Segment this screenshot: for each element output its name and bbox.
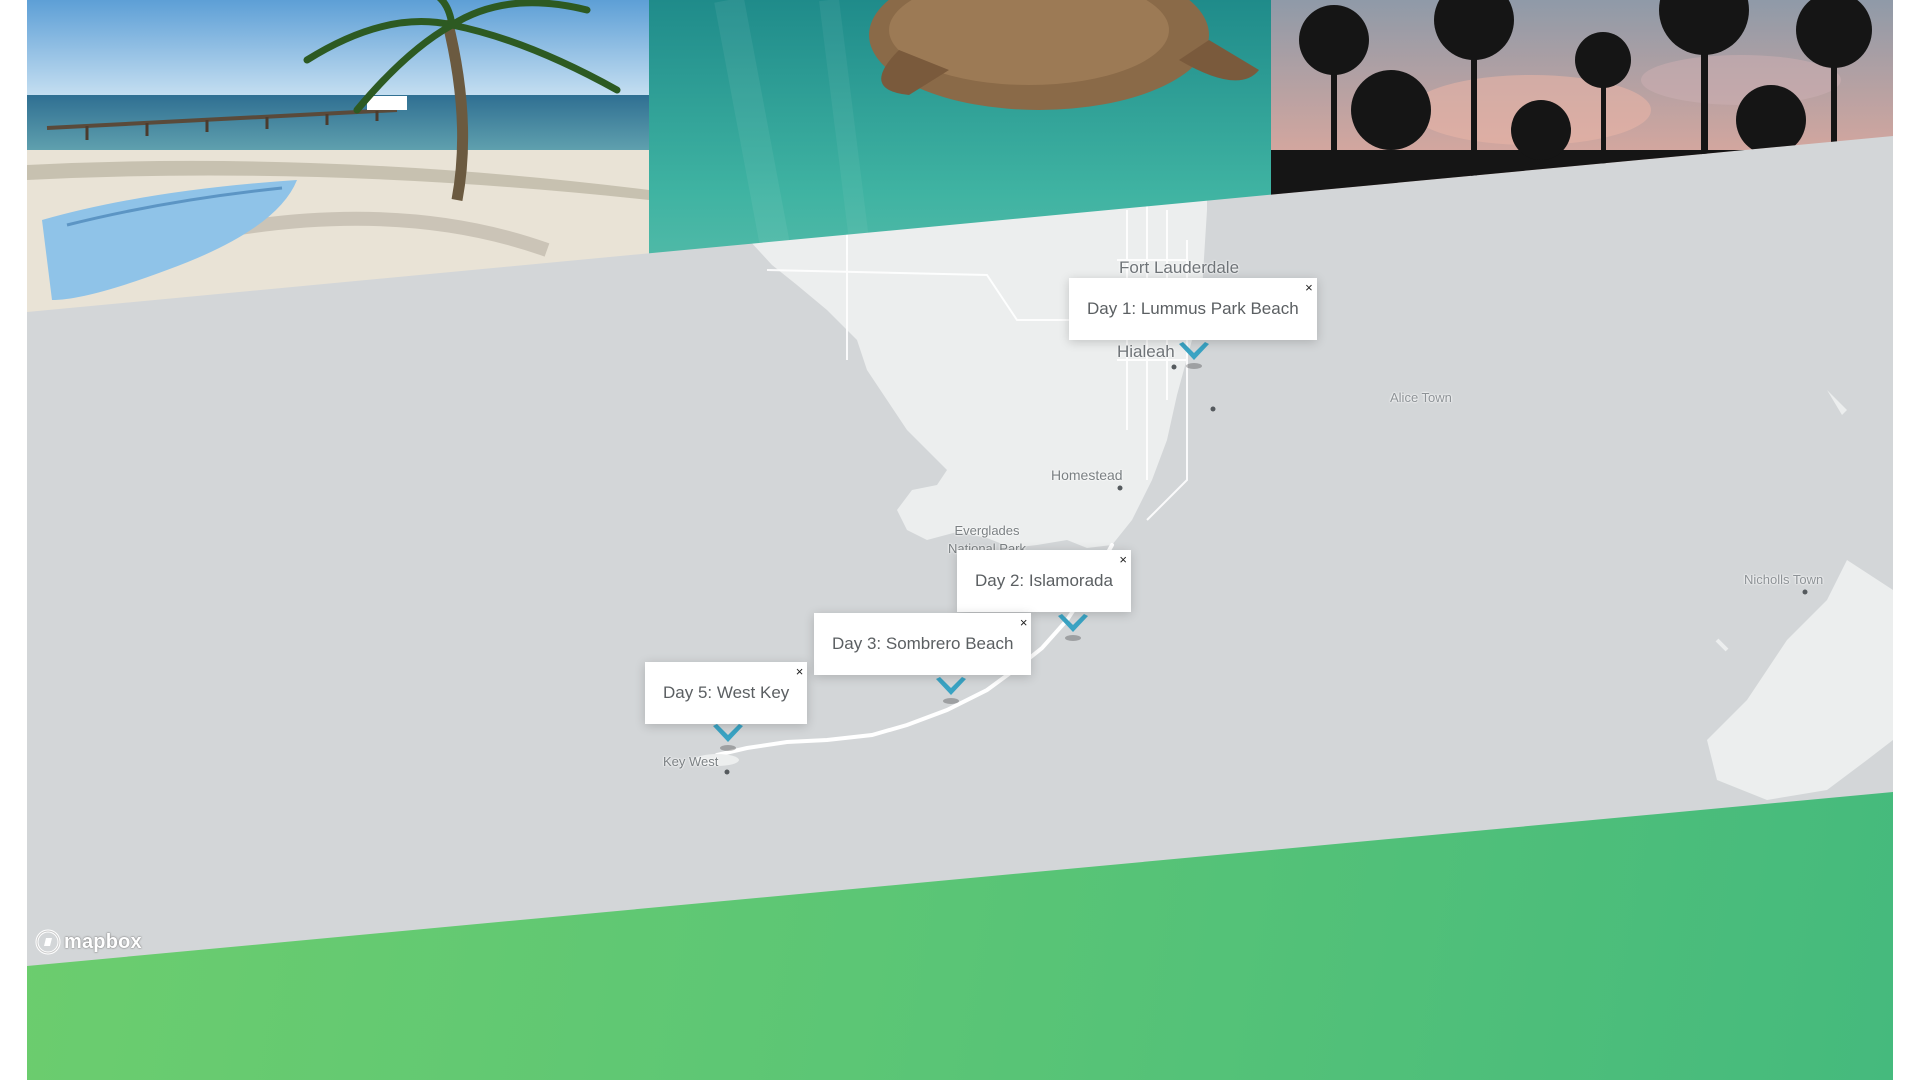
close-icon[interactable]: ×	[1119, 529, 1127, 591]
popup-day-5: Day 5: West Key ×	[645, 662, 808, 724]
map-label-fort-lauderdale: Fort Lauderdale	[1119, 258, 1240, 277]
close-icon[interactable]: ×	[1020, 592, 1028, 654]
page-frame: Fort Lauderdale Hialeah Homestead Evergl…	[27, 0, 1893, 1080]
popup-day-3: Day 3: Sombrero Beach ×	[814, 613, 1032, 675]
mapbox-logo-icon	[35, 929, 61, 955]
map-label-hialeah: Hialeah	[1117, 342, 1175, 361]
popup-day-2: Day 2: Islamorada ×	[957, 550, 1131, 612]
marker-day-3[interactable]	[934, 675, 968, 705]
mapbox-wordmark: mapbox	[64, 930, 142, 953]
popup-label: Day 5: West Key	[663, 683, 790, 702]
map-label-nicholls-town: Nicholls Town	[1744, 572, 1824, 587]
map-label-alice-town: Alice Town	[1390, 390, 1452, 405]
popup-label: Day 2: Islamorada	[975, 571, 1113, 590]
marker-day-1[interactable]	[1177, 340, 1211, 370]
popup-label: Day 1: Lummus Park Beach	[1087, 299, 1299, 318]
marker-day-5[interactable]	[711, 722, 745, 752]
close-icon[interactable]: ×	[1305, 257, 1313, 319]
map-label-key-west: Key West	[663, 754, 719, 769]
close-icon[interactable]: ×	[796, 641, 804, 703]
marker-day-2[interactable]	[1056, 612, 1090, 642]
mapbox-attribution[interactable]: mapbox	[35, 929, 142, 955]
popup-day-1: Day 1: Lummus Park Beach ×	[1069, 278, 1317, 340]
map-label-homestead: Homestead	[1051, 467, 1123, 483]
popup-label: Day 3: Sombrero Beach	[832, 634, 1014, 653]
